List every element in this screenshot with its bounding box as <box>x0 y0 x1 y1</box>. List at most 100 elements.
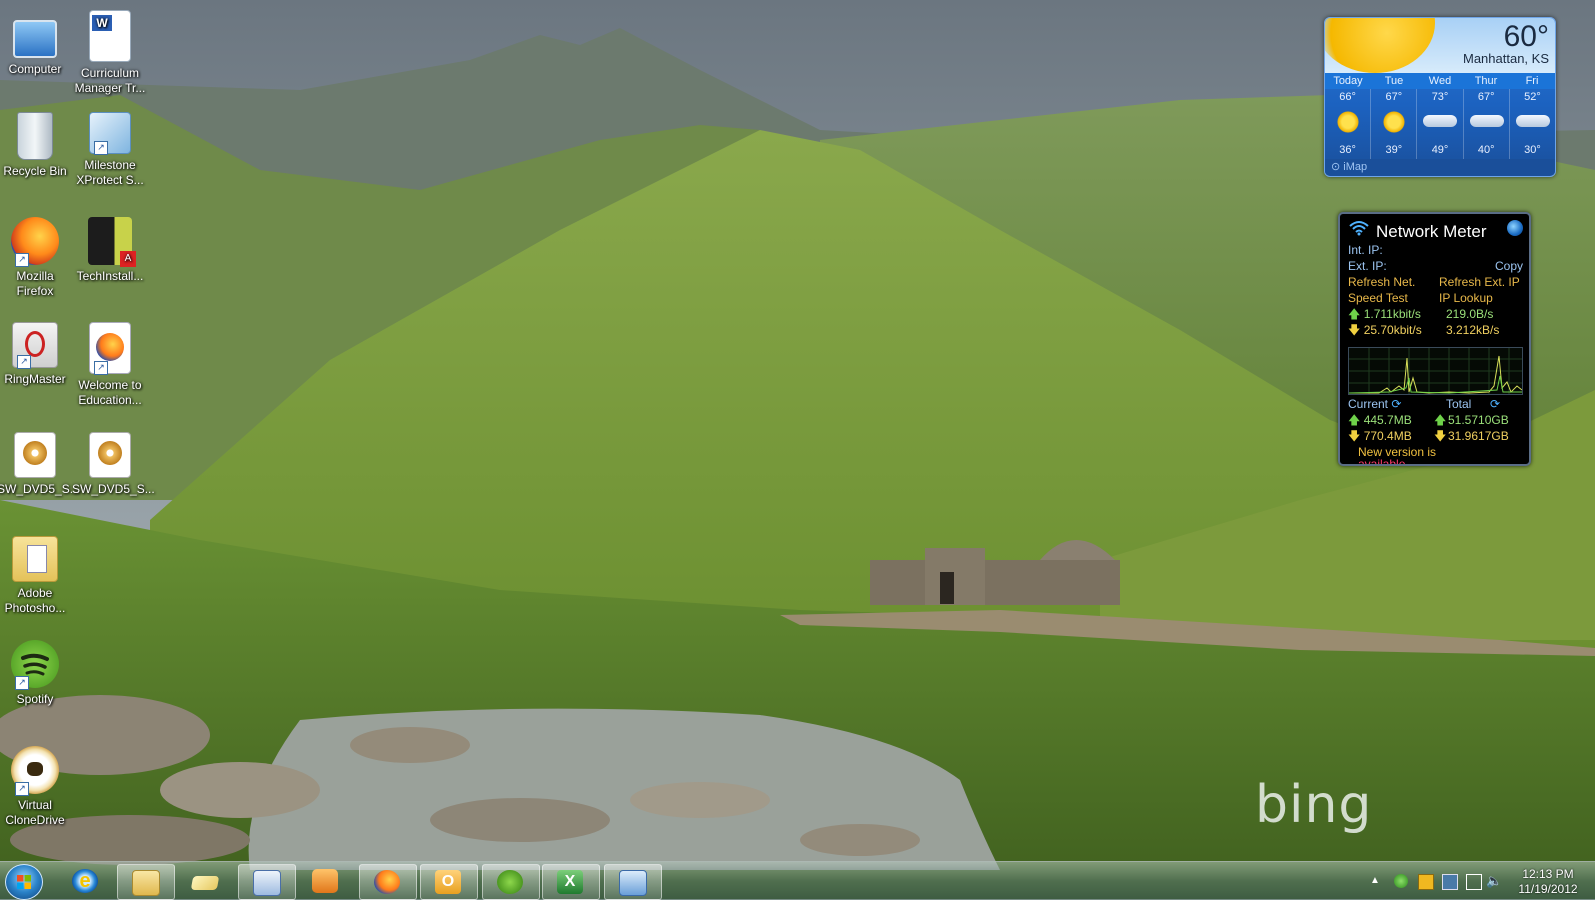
spotify-icon: ↗ <box>11 640 59 690</box>
disc-image-icon <box>89 432 131 478</box>
network-meter-gadget[interactable]: Network Meter Int. IP: Ext. IP: Copy Ref… <box>1338 212 1531 466</box>
notification-app-icon[interactable] <box>1418 874 1434 890</box>
internal-ip-row: Int. IP: <box>1348 242 1523 258</box>
weather-location: Manhattan, KS <box>1463 51 1549 66</box>
desktop-icon-label: Recycle Bin <box>3 164 67 178</box>
taskbar-excel[interactable]: X <box>542 864 600 900</box>
desktop-icon-label: Spotify <box>16 692 54 706</box>
reset-current-icon[interactable]: ⟳ <box>1391 397 1401 411</box>
desktop-icon-sw-dvd5-1[interactable]: SW_DVD5_S... <box>0 432 80 497</box>
taskbar-outlook[interactable]: O <box>420 864 478 900</box>
volume-icon[interactable]: 🔈 <box>1486 874 1502 888</box>
forecast-column: 66° 36° <box>1325 89 1372 159</box>
firefox-document-icon: ↗ <box>89 322 131 375</box>
tools-row: Speed Test IP Lookup <box>1348 290 1523 306</box>
desktop-icon-curriculum-manager[interactable]: W Curriculum Manager Tr... <box>72 10 148 96</box>
forecast-high: 67° <box>1477 91 1495 103</box>
copy-link[interactable]: Copy <box>1495 258 1523 274</box>
desktop-icon-ringmaster[interactable]: ↗ RingMaster <box>0 322 73 387</box>
desktop-icon-label: Milestone XProtect S... <box>76 158 144 187</box>
totals-header-row: Current ⟳ Total ⟳ <box>1348 396 1523 412</box>
upload-rate-row: 🡅 1.711kbit/s 219.0B/s <box>1348 306 1523 322</box>
shortcut-arrow-icon: ↗ <box>15 782 29 796</box>
ip-lookup-link[interactable]: IP Lookup <box>1439 290 1493 306</box>
cloudy-icon <box>1469 115 1504 127</box>
info-icon: ⊙ <box>1331 161 1344 173</box>
external-ip-label: Ext. IP: <box>1348 259 1387 273</box>
download-arrow-icon: 🡇 <box>1434 429 1447 443</box>
computer-icon <box>13 20 57 58</box>
download-rate-row: 🡇 25.70kbit/s 3.212kB/s <box>1348 322 1523 338</box>
show-hidden-icons-chevron-icon[interactable]: ▲ <box>1370 874 1384 888</box>
refresh-net-link[interactable]: Refresh Net. <box>1348 275 1415 289</box>
notepad-icon <box>190 876 220 890</box>
shortcut-arrow-icon: ↗ <box>15 253 29 267</box>
internet-explorer-icon: e <box>72 869 98 893</box>
forecast-column: 73° 49° <box>1417 89 1464 159</box>
desktop-icon-label: Computer <box>8 62 62 76</box>
sunny-icon <box>1383 111 1406 133</box>
desktop-icon-adobe-photoshop[interactable]: Adobe Photosho... <box>0 536 73 616</box>
word-document-icon: W <box>89 10 131 62</box>
desktop-icon-milestone-xprotect[interactable]: ↗ Milestone XProtect S... <box>72 112 148 188</box>
download-rate-bits: 25.70kbit/s <box>1363 323 1422 337</box>
taskbar-internet-explorer[interactable]: e <box>58 864 114 898</box>
weather-gadget[interactable]: 60° Manhattan, KS Today Tue Wed Thur Fri… <box>1324 17 1556 177</box>
shortcut-arrow-icon: ↗ <box>17 355 31 369</box>
taskbar-remote-tool[interactable] <box>604 864 662 900</box>
sunny-icon <box>1337 111 1359 133</box>
redacted-external-ip <box>1390 260 1481 273</box>
taskbar-firefox[interactable] <box>359 864 417 900</box>
forecast-column: 67° 39° <box>1371 89 1418 159</box>
network-meter-title: Network Meter <box>1376 222 1487 241</box>
desktop-icon-mozilla-firefox[interactable]: ↗ Mozilla Firefox <box>0 217 73 299</box>
desktop-icon-sw-dvd5-2[interactable]: SW_DVD5_S... <box>72 432 155 497</box>
current-upload: 445.7MB <box>1363 413 1412 427</box>
disc-image-icon <box>14 432 56 478</box>
globe-icon[interactable] <box>1507 220 1523 236</box>
taskbar-windows-explorer[interactable] <box>117 864 175 900</box>
desktop-icon-computer[interactable]: Computer <box>0 14 73 77</box>
download-arrow-icon: 🡇 <box>1348 323 1361 337</box>
outlook-icon: O <box>435 870 461 894</box>
start-button[interactable] <box>5 864 43 900</box>
forecast-low: 36° <box>1339 144 1356 156</box>
forecast-low: 39° <box>1385 144 1403 156</box>
desktop-icon-recycle-bin[interactable]: Recycle Bin <box>0 112 73 179</box>
action-center-flag-icon[interactable] <box>1466 874 1482 890</box>
forecast-column: 67° 40° <box>1464 89 1510 159</box>
total-download: 31.9617GB <box>1448 429 1509 443</box>
taskbar-clock[interactable]: 12:13 PM 11/19/2012 <box>1508 867 1588 897</box>
remote-tool-icon <box>619 870 647 896</box>
upload-rate-bits: 1.711kbit/s <box>1363 307 1421 321</box>
weather-footer[interactable]: ⊙ iMap <box>1325 159 1555 175</box>
internal-ip-label: Int. IP: <box>1348 243 1383 257</box>
shortcut-arrow-icon: ↗ <box>94 141 108 155</box>
external-ip-row: Ext. IP: Copy <box>1348 258 1523 274</box>
desktop-icon-spotify[interactable]: ↗ Spotify <box>0 640 73 707</box>
sync-status-icon[interactable] <box>1394 874 1408 888</box>
taskbar-notepad[interactable] <box>178 864 234 898</box>
desktop-icon-welcome-education[interactable]: ↗ Welcome to Education... <box>72 322 148 408</box>
taskbar-media-player[interactable] <box>298 864 354 898</box>
update-notice-cut[interactable]: available <box>1358 458 1523 464</box>
taskbar-spotify[interactable] <box>482 864 540 900</box>
bing-watermark: bing <box>1255 775 1373 835</box>
refresh-ext-ip-link[interactable]: Refresh Ext. IP <box>1439 274 1520 290</box>
weather-footer-link[interactable]: iMap <box>1343 161 1367 173</box>
forecast-columns: 66° 36° 67° 39° 73° 49° 67° 40° 52° 30° <box>1325 89 1555 159</box>
forecast-low: 49° <box>1431 144 1449 156</box>
forecast-day-label: Thur <box>1474 75 1498 87</box>
desktop-icon-label: SW_DVD5_S... <box>0 482 80 496</box>
taskbar-remote-desktop[interactable] <box>238 864 296 900</box>
desktop-icon-virtual-clonedrive[interactable]: ↗ Virtual CloneDrive <box>0 746 73 828</box>
current-label: Current <box>1348 397 1389 411</box>
current-temperature: 60° <box>1503 20 1549 53</box>
speed-test-link[interactable]: Speed Test <box>1348 291 1408 305</box>
reset-total-icon[interactable]: ⟳ <box>1490 396 1500 412</box>
excel-icon: X <box>557 870 583 894</box>
windows-update-icon[interactable] <box>1442 874 1458 890</box>
desktop-icon-techinstall[interactable]: A TechInstall... <box>72 217 148 284</box>
network-traffic-graph <box>1348 347 1523 395</box>
download-rate-bytes: 3.212kB/s <box>1446 323 1500 337</box>
